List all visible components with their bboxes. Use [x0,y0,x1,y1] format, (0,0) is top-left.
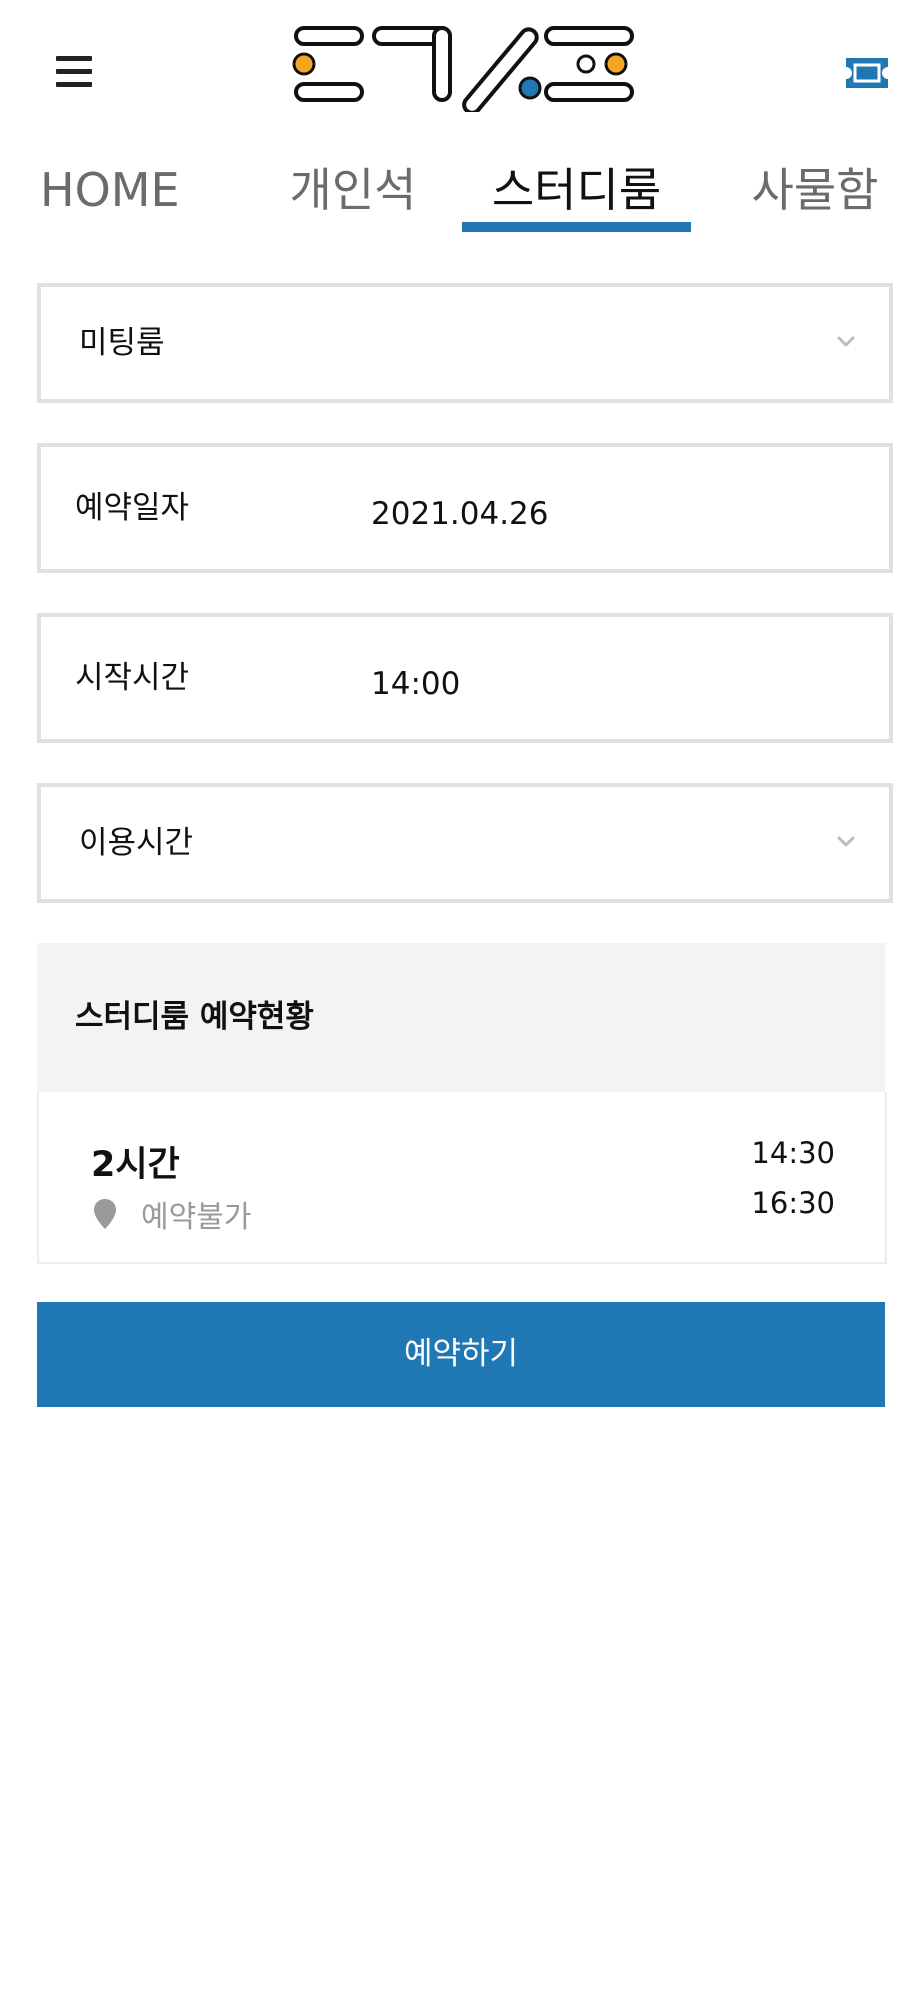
reservation-duration: 2시간 [91,1145,180,1185]
duration-select-value: 이용시간 [79,825,194,861]
reservation-status-header: 스터디룸 예약현황 [37,943,885,1092]
tab-personal-seat[interactable]: 개인석 [268,150,438,235]
reservation-date-field[interactable]: 예약일자 2021.04.26 [37,443,893,573]
brand-logo[interactable] [290,22,640,115]
reservation-date-value[interactable]: 2021.04.26 [371,453,549,575]
room-select-value: 미팅룸 [79,325,165,361]
chevron-down-icon [837,333,855,351]
active-tab-indicator [462,222,691,232]
reservation-start-time: 14:30 [751,1136,835,1170]
start-time-label: 시작시간 [75,660,190,696]
start-time-field[interactable]: 시작시간 14:00 [37,613,893,743]
reservation-end-time: 16:30 [751,1186,835,1220]
list-item: 2시간 예약불가 14:30 16:30 [37,1092,887,1264]
hamburger-menu-icon[interactable] [56,56,92,88]
tab-locker[interactable]: 사물함 [730,150,900,235]
reservation-state: 예약불가 [141,1200,252,1235]
room-select[interactable]: 미팅룸 [37,283,893,403]
ticket-icon[interactable] [843,55,891,91]
page: HOME 개인석 스터디룸 사물함 미팅룸 예약일자 2021.04.26 시작… [0,0,924,2000]
chevron-down-icon [837,833,855,851]
reservation-status-title: 스터디룸 예약현황 [75,999,314,1035]
location-pin-icon [93,1198,117,1230]
tab-bar: HOME 개인석 스터디룸 사물함 [0,150,924,240]
start-time-value[interactable]: 14:00 [371,623,460,745]
app-header [0,0,924,140]
tab-home[interactable]: HOME [40,150,230,235]
duration-select[interactable]: 이용시간 [37,783,893,903]
reserve-button[interactable]: 예약하기 [37,1302,885,1407]
reservation-date-label: 예약일자 [75,490,190,526]
